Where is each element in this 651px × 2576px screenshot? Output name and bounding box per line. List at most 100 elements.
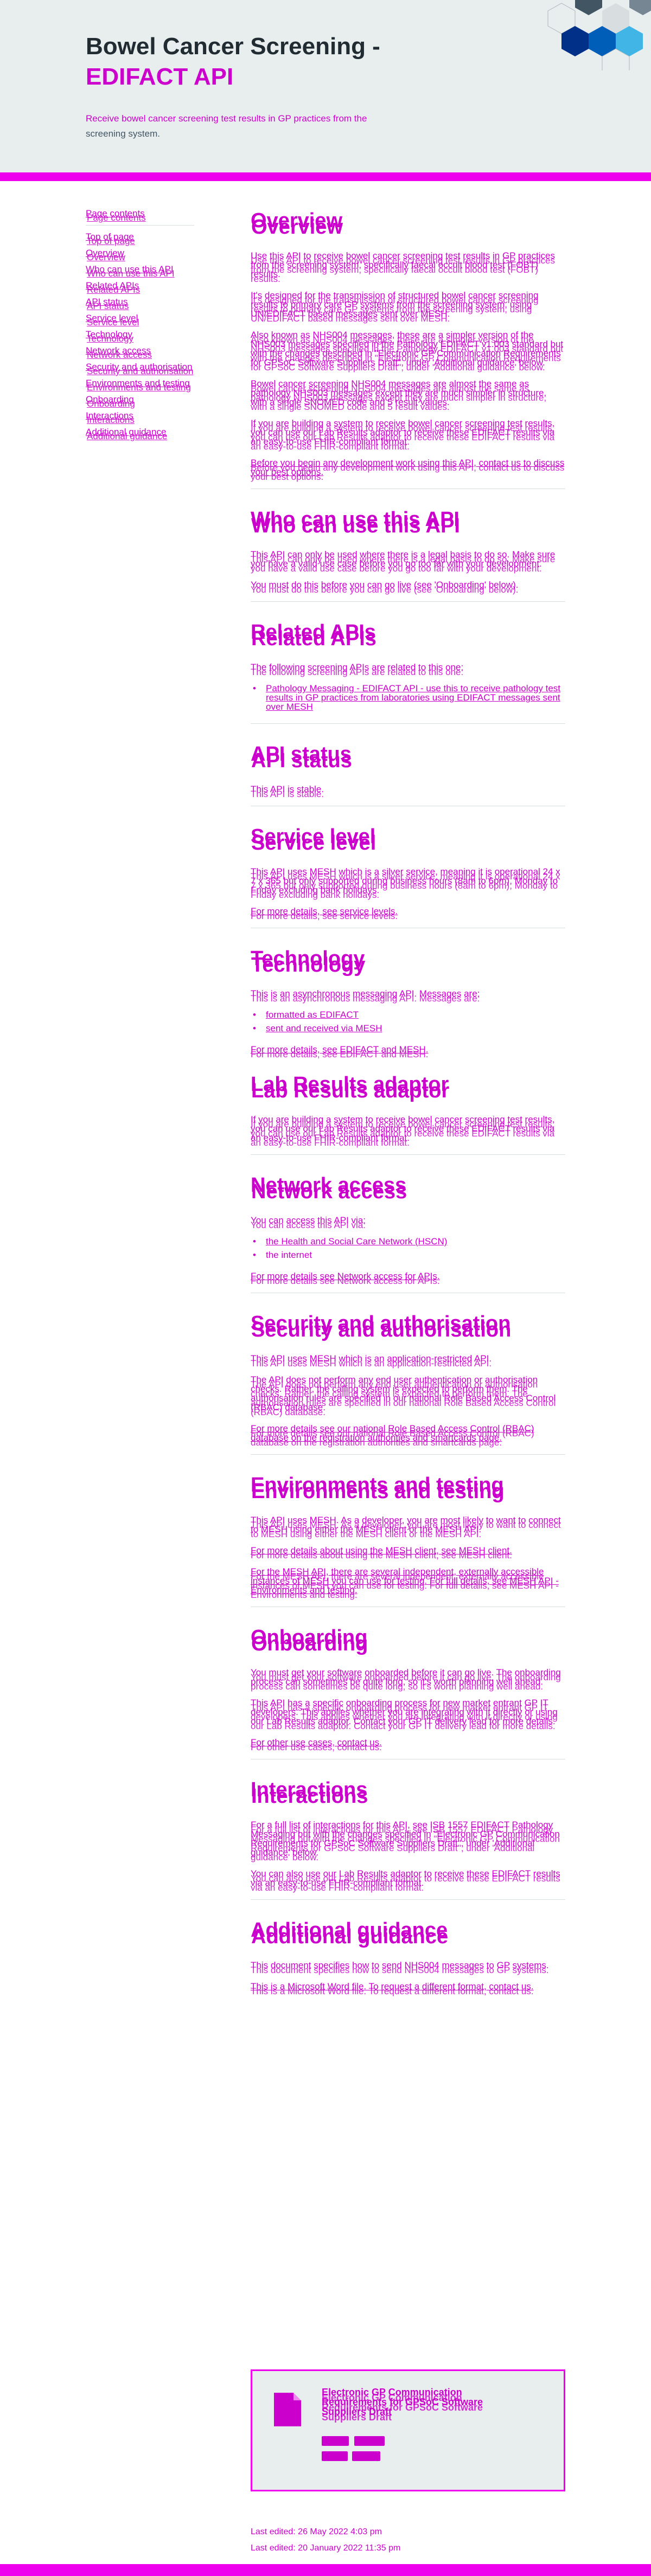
- section-title-echo: Service level: [251, 832, 376, 855]
- rbac-link[interactable]: For more details see our national Role B…: [251, 1424, 565, 1447]
- nav-api-status[interactable]: API status API status: [86, 297, 194, 311]
- related-api-link[interactable]: Pathology Messaging - EDIFACT API - use …: [251, 684, 565, 711]
- section-title-echo: Interactions: [251, 1785, 368, 1808]
- nav-label-echo: Onboarding: [87, 399, 135, 409]
- nav-additional-guidance[interactable]: Additional guidance Additional guidance: [86, 427, 194, 441]
- paragraph: You must do this before you can go live …: [251, 580, 565, 594]
- main-content: Overview Overview Use this API to receiv…: [251, 209, 565, 2009]
- nav-network-access[interactable]: Network access Network access: [86, 346, 194, 360]
- attachment-card[interactable]: Electronic GP Communication Requirements…: [251, 2369, 565, 2491]
- paragraph-echo: The following screening APIs are related…: [251, 667, 464, 677]
- paragraph-echo: Use this API to receive bowel cancer scr…: [251, 255, 555, 284]
- paragraph: If you are building a system to receive …: [251, 419, 565, 451]
- edifact-link[interactable]: formatted as EDIFACT: [251, 1010, 565, 1019]
- nav-related-apis[interactable]: Related APIs Related APIs: [86, 281, 194, 295]
- edifact-mesh-link[interactable]: For more details, see EDIFACT and MESH. F…: [251, 1045, 565, 1059]
- service-levels-link[interactable]: For more details, see service levels. For…: [251, 907, 565, 921]
- nav-security[interactable]: Security and authorisation Security and …: [86, 362, 194, 376]
- section-overview: Overview Overview Use this API to receiv…: [251, 209, 565, 489]
- section-title: Service level Service level: [251, 825, 565, 855]
- section-title: Interactions Interactions: [251, 1778, 565, 1808]
- nav-label-echo: Technology: [87, 333, 134, 344]
- nav-service-level[interactable]: Service level Service level: [86, 313, 194, 327]
- mesh-client-link[interactable]: For more details about using the MESH cl…: [251, 1546, 565, 1560]
- paragraph-echo: For more details see Network access for …: [251, 1276, 440, 1286]
- nav-label-echo: Related APIs: [87, 285, 141, 295]
- page-title-line-1: Bowel Cancer Screening -: [86, 33, 380, 60]
- nav-label-echo: Security and authorisation: [87, 366, 194, 376]
- nav-label-echo: Who can use this API: [87, 268, 175, 279]
- last-edited: Last edited: 26 May 2022 4:03 pm: [251, 2527, 382, 2536]
- section-network-access: Network access Network access You can ac…: [251, 1173, 565, 1293]
- nav-environments[interactable]: Environments and testing Environments an…: [86, 378, 194, 393]
- list-item: the internet: [251, 1250, 565, 1260]
- paragraph: If you are building a system to receive …: [251, 1115, 565, 1147]
- section-title-echo: Who can use this API: [251, 515, 460, 537]
- paragraph: You can also use our Lab Results adaptor…: [251, 1869, 565, 1892]
- paragraph-echo: This API has a specific onboarding proce…: [251, 1703, 558, 1731]
- paragraph-echo: This API uses MESH. As a developer, you …: [251, 1520, 561, 1539]
- nav-top-of-page[interactable]: Top of page Top of page: [86, 232, 194, 246]
- attachment-title-line: Requirements for GPSoC Software: [322, 2402, 483, 2413]
- nav-label-echo: Service level: [87, 317, 139, 327]
- paragraph: This document specifies how to send NHS0…: [251, 1961, 565, 1975]
- paragraph: This API uses MESH. As a developer, you …: [251, 1515, 565, 1539]
- page-lede-line-1: Receive bowel cancer screening test resu…: [86, 113, 367, 124]
- paragraph-echo: Before you begin any development work us…: [251, 462, 565, 482]
- file-meta-badge: [354, 2436, 385, 2446]
- section-title-echo: Technology: [251, 954, 366, 977]
- paragraph-echo: It's designed for the transmission of st…: [251, 295, 539, 324]
- section-title: Who can use this API Who can use this AP…: [251, 508, 565, 538]
- nav-technology[interactable]: Technology Technology: [86, 330, 194, 344]
- network-access-link[interactable]: For more details see Network access for …: [251, 1271, 565, 1286]
- section-title-echo: Lab Results adaptor: [251, 1080, 450, 1102]
- hexagon-pattern-icon: [547, 0, 651, 70]
- section-divider: [251, 723, 565, 724]
- section-api-status: API status API status This API is stable…: [251, 742, 565, 806]
- paragraph-echo: This document specifies how to send NHS0…: [251, 1965, 549, 1975]
- nav-overview[interactable]: Overview Overview: [86, 248, 194, 262]
- paragraph-echo: You must do this before you can go live …: [251, 584, 519, 595]
- hscn-link[interactable]: the Health and Social Care Network (HSCN…: [251, 1237, 565, 1246]
- contact-us-link[interactable]: Before you begin any development work us…: [251, 458, 565, 481]
- section-title: Related APIs Related APIs: [251, 620, 565, 651]
- mesh-api-environments-link[interactable]: For the MESH API, there are several inde…: [251, 1567, 565, 1599]
- attachment-title-echo: Electronic GP Communication Requirements…: [322, 2393, 517, 2422]
- section-title: Security and authorisation Security and …: [251, 1312, 565, 1342]
- section-title-echo: Onboarding: [251, 1633, 368, 1655]
- paragraph-echo: For more details about using the MESH cl…: [251, 1550, 512, 1560]
- paragraph: This API uses MESH which is a silver ser…: [251, 867, 565, 900]
- related-api-list: Pathology Messaging - EDIFACT API - use …: [251, 684, 565, 711]
- section-who-can-use: Who can use this API Who can use this AP…: [251, 508, 565, 602]
- nav-label-echo: Overview: [87, 252, 125, 262]
- section-additional-guidance: Additional guidance Additional guidance …: [251, 1918, 565, 1996]
- contact-us-link[interactable]: For other use cases, contact us. For othe…: [251, 1738, 565, 1752]
- paragraph: You can access this API via: You can acce…: [251, 1216, 565, 1230]
- page-title-line-2: EDIFACT API: [86, 63, 234, 90]
- nav-divider: [86, 225, 194, 226]
- nav-interactions[interactable]: Interactions Interactions: [86, 411, 194, 425]
- paragraph: This is an asynchronous messaging API. M…: [251, 989, 565, 1003]
- paragraph: For a full list of interactions for this…: [251, 1820, 565, 1862]
- section-title: Environments and testing Environments an…: [251, 1473, 565, 1504]
- section-security: Security and authorisation Security and …: [251, 1312, 565, 1455]
- last-edited: Last edited: 20 January 2022 11:35 pm: [251, 2543, 401, 2553]
- contact-us-link[interactable]: This is a Microsoft Word file. To reques…: [251, 1982, 565, 1996]
- nav-label-echo: Environments and testing: [87, 382, 191, 393]
- section-divider: [251, 1154, 565, 1155]
- section-divider: [251, 601, 565, 602]
- paragraph-echo: If you are building a system to receive …: [251, 1119, 555, 1148]
- section-title: Onboarding Onboarding: [251, 1626, 565, 1656]
- paragraph-echo: Bowel cancer screening NHS004 messages a…: [251, 383, 547, 412]
- paragraph-echo: You can also use our Lab Results adaptor…: [251, 1873, 560, 1893]
- paragraph-echo: For a full list of interactions for this…: [251, 1825, 560, 1862]
- file-meta-badge: [322, 2451, 348, 2461]
- section-title: Additional guidance Additional guidance: [251, 1918, 565, 1949]
- attachment-title-line: Electronic GP Communication: [322, 2392, 462, 2403]
- nav-who-can-use[interactable]: Who can use this API Who can use this AP…: [86, 265, 194, 279]
- nav-onboarding[interactable]: Onboarding Onboarding: [86, 395, 194, 409]
- section-service-level: Service level Service level This API use…: [251, 825, 565, 928]
- mesh-link[interactable]: sent and received via MESH: [251, 1024, 565, 1033]
- section-environments: Environments and testing Environments an…: [251, 1473, 565, 1607]
- paragraph-echo: For more details, see EDIFACT and MESH.: [251, 1049, 429, 1059]
